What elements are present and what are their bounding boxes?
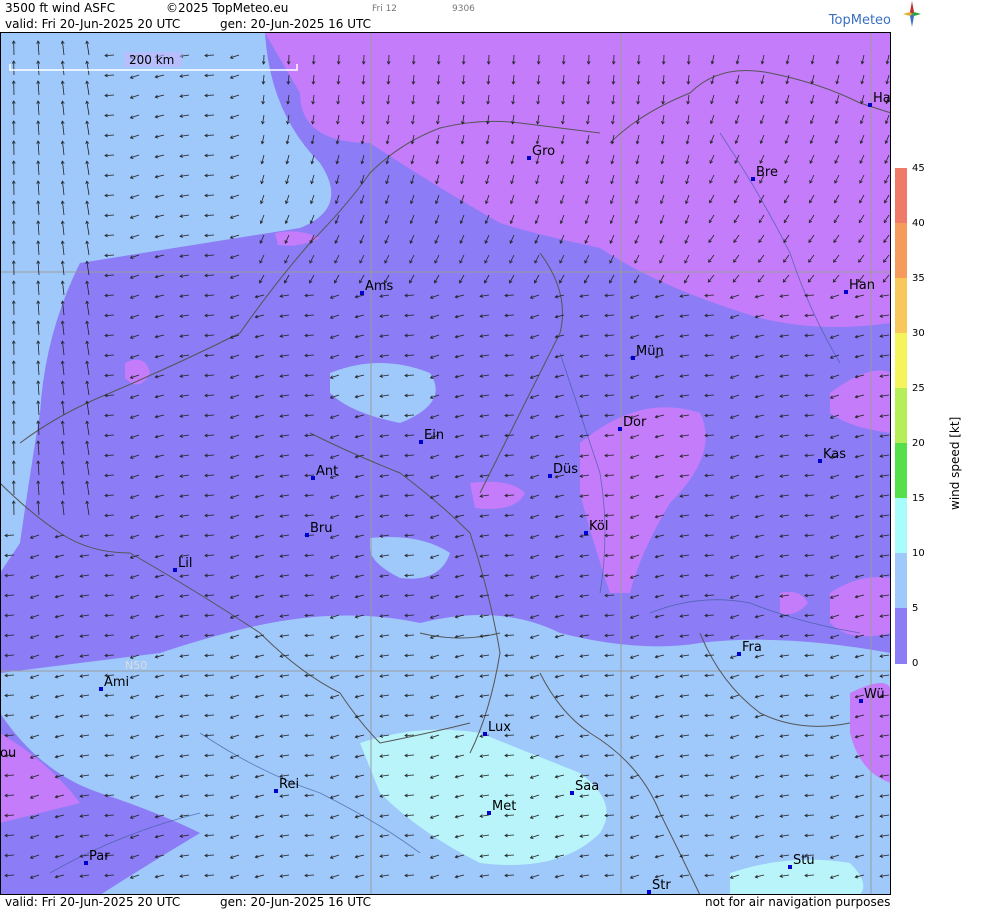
- colorbar-tick: 35: [912, 273, 925, 284]
- valid-label: valid: Fri 20-Jun-2025 20 UTC: [5, 17, 181, 31]
- colorbar-band: [895, 223, 907, 279]
- city-dus[interactable]: Düs: [548, 462, 578, 478]
- city-label: Str: [652, 878, 671, 893]
- city-label: Ams: [365, 279, 394, 294]
- city-bre[interactable]: Bre: [751, 165, 778, 181]
- colorbar-tick: 40: [912, 218, 925, 229]
- city-bru[interactable]: Bru: [305, 521, 333, 537]
- product-title: 3500 ft wind ASFC: [5, 1, 116, 15]
- city-label: Par: [89, 849, 110, 864]
- footer-gen-label: gen: 20-Jun-2025 16 UTC: [220, 895, 372, 909]
- city-label: Ha: [873, 91, 891, 106]
- colorbar-band: [895, 168, 907, 224]
- colorbar-tick: 20: [912, 438, 925, 449]
- city-label: Lil: [178, 556, 192, 571]
- city-label: ou: [0, 746, 16, 761]
- city-label: Saa: [575, 779, 599, 794]
- wind-map[interactable]: 200 km N50 Ha Gro Bre Ams Han Mün Dor Ei…: [0, 33, 891, 895]
- colorbar-band: [895, 278, 907, 334]
- wind-speed-field: [0, 33, 891, 895]
- city-label: Rei: [279, 777, 299, 792]
- colorbar-band: [895, 608, 907, 664]
- city-label: Düs: [553, 462, 578, 477]
- city-ams[interactable]: Ams: [360, 279, 394, 295]
- colorbar-tick: 25: [912, 383, 925, 394]
- city-gro[interactable]: Gro: [527, 144, 555, 160]
- header-bar: 3500 ft wind ASFC ©2025 TopMeteo.eu Fri …: [0, 0, 983, 33]
- city-dor[interactable]: Dor: [618, 415, 647, 431]
- city-label: Kas: [823, 447, 846, 462]
- compass-icon: [902, 1, 921, 27]
- city-label: Ant: [316, 464, 338, 479]
- gen-label: gen: 20-Jun-2025 16 UTC: [220, 17, 372, 31]
- city-label: Stu: [793, 853, 815, 868]
- city-met[interactable]: Met: [487, 799, 516, 815]
- colorbar-tick: 15: [912, 493, 925, 504]
- city-label: Bru: [310, 521, 333, 536]
- city-label: Gro: [532, 144, 555, 159]
- brand-label: TopMeteo: [828, 13, 891, 28]
- city-label: Bre: [756, 165, 778, 180]
- city-label: Köl: [589, 519, 608, 534]
- colorbar-title: wind speed [kt]: [948, 416, 962, 510]
- colorbar-band: [895, 553, 907, 609]
- lat-label: N50: [125, 659, 147, 672]
- city-label: Ein: [424, 428, 444, 443]
- footer-bar: valid: Fri 20-Jun-2025 20 UTC gen: 20-Ju…: [0, 895, 983, 909]
- city-label: Lux: [488, 720, 511, 735]
- copyright-label: ©2025 TopMeteo.eu: [166, 1, 289, 15]
- city-ant[interactable]: Ant: [311, 464, 338, 480]
- city-label: Ami: [104, 675, 129, 690]
- slot-label: Fri 12: [372, 4, 398, 14]
- colorbar-scale: [895, 168, 907, 664]
- footer-valid-label: valid: Fri 20-Jun-2025 20 UTC: [5, 895, 181, 909]
- city-ou[interactable]: ou: [0, 746, 16, 761]
- colorbar-band: [895, 333, 907, 389]
- city-label: Met: [492, 799, 516, 814]
- colorbar-tick: 45: [912, 163, 925, 174]
- city-mun[interactable]: Mün: [631, 344, 664, 360]
- city-label: Mün: [636, 344, 664, 359]
- city-label: Han: [849, 278, 875, 293]
- city-lux[interactable]: Lux: [483, 720, 511, 736]
- colorbar-tick: 10: [912, 548, 925, 559]
- city-han[interactable]: Han: [844, 278, 875, 294]
- city-label: Dor: [623, 415, 647, 430]
- disclaimer-label: not for air navigation purposes: [705, 895, 891, 909]
- city-ami[interactable]: Ami: [99, 675, 129, 691]
- scale-label: 200 km: [129, 53, 174, 67]
- colorbar-tick: 30: [912, 328, 925, 339]
- colorbar-band: [895, 498, 907, 554]
- city-label: Wü: [864, 687, 885, 702]
- city-label: Fra: [742, 640, 762, 655]
- colorbar-band: [895, 388, 907, 444]
- colorbar-tick: 0: [912, 658, 919, 669]
- code-label: 9306: [452, 4, 475, 14]
- city-saa[interactable]: Saa: [570, 779, 599, 795]
- city-kas[interactable]: Kas: [818, 447, 846, 463]
- colorbar-tick: 5: [912, 603, 919, 614]
- colorbar-band: [895, 443, 907, 499]
- topmeteo-logo[interactable]: TopMeteo: [828, 1, 921, 28]
